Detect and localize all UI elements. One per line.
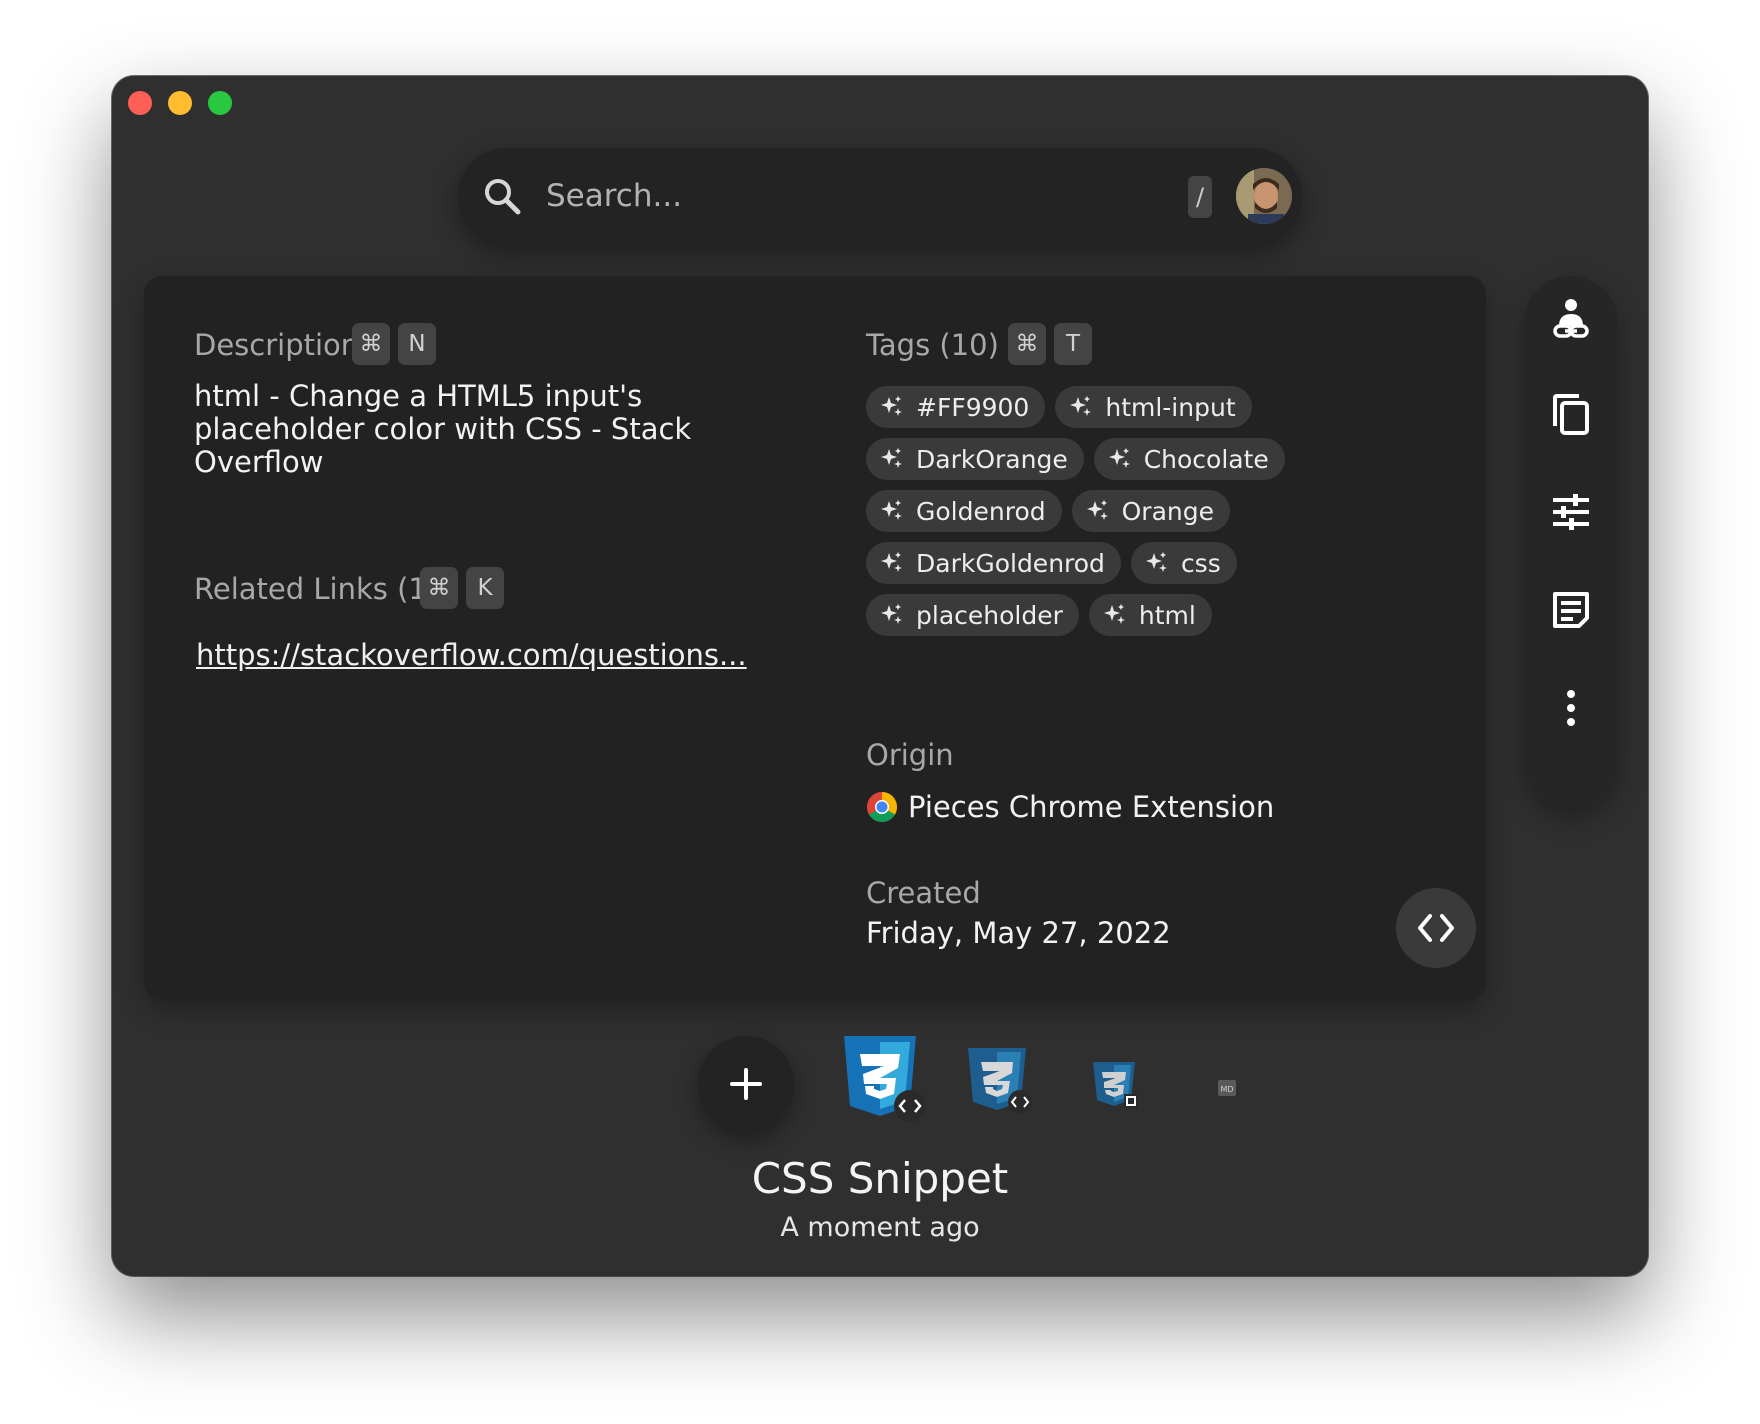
tag-chip[interactable]: Goldenrod — [866, 490, 1062, 532]
related-link[interactable]: https://stackoverflow.com/questions... — [196, 638, 747, 672]
markdown-format-icon[interactable]: MD — [1218, 1080, 1236, 1096]
related-links-label: Related Links (1) — [194, 572, 439, 606]
tag-chip[interactable]: #FF9900 — [866, 386, 1046, 428]
sparkle-icon — [1086, 500, 1108, 520]
avatar-image — [1236, 168, 1292, 224]
tag-label: placeholder — [916, 600, 1063, 630]
sparkle-icon — [1108, 448, 1130, 468]
tag-chip[interactable]: DarkGoldenrod — [866, 542, 1121, 584]
sparkle-icon — [1145, 552, 1167, 572]
tags-kbd-key: T — [1054, 323, 1092, 365]
tag-chip[interactable]: html-input — [1055, 386, 1252, 428]
plus-icon — [730, 1068, 762, 1100]
add-format-button[interactable] — [698, 1036, 794, 1132]
tag-chip[interactable]: Orange — [1071, 490, 1230, 532]
description-kbd-key: N — [398, 323, 436, 365]
tag-label: html-input — [1105, 392, 1236, 422]
sparkle-icon — [1103, 604, 1125, 624]
description-text[interactable]: html - Change a HTML5 input's placeholde… — [194, 380, 714, 479]
minimize-window-button[interactable] — [168, 91, 192, 115]
origin-label: Origin — [866, 738, 954, 772]
tag-label: Orange — [1121, 496, 1214, 526]
snippet-updated-time: A moment ago — [780, 1212, 980, 1243]
sparkle-icon — [881, 396, 902, 416]
tag-label: #FF9900 — [916, 392, 1030, 422]
tag-chip[interactable]: Chocolate — [1093, 438, 1285, 480]
zoom-window-button[interactable] — [208, 91, 232, 115]
css3-screenshot-format-icon[interactable] — [1090, 1060, 1142, 1112]
tag-chip[interactable]: html — [1088, 594, 1212, 636]
snippet-details-card: Description ⌘ N html - Change a HTML5 in… — [144, 276, 1486, 1000]
search-shortcut-key: / — [1188, 176, 1212, 218]
tune-icon[interactable] — [1547, 488, 1595, 536]
tag-label: Chocolate — [1143, 444, 1269, 474]
tag-label: html — [1138, 600, 1196, 630]
sparkle-icon — [881, 604, 902, 624]
markdown-badge-text: MD — [1220, 1085, 1233, 1094]
view-code-button[interactable] — [1396, 888, 1476, 968]
notes-icon[interactable] — [1547, 586, 1595, 634]
action-rail — [1524, 276, 1618, 808]
search-icon — [485, 179, 521, 215]
related-links-kbd-cmd: ⌘ — [420, 567, 458, 609]
tag-label: Goldenrod — [916, 496, 1046, 526]
tag-chip[interactable]: css — [1130, 542, 1237, 584]
origin-value[interactable]: Pieces Chrome Extension — [866, 790, 1274, 824]
origin-text: Pieces Chrome Extension — [908, 790, 1275, 824]
sparkle-icon — [1070, 396, 1092, 416]
tags-kbd-cmd: ⌘ — [1008, 323, 1046, 365]
tag-label: DarkOrange — [916, 444, 1068, 474]
user-avatar[interactable] — [1236, 168, 1292, 224]
sparkle-icon — [881, 500, 902, 520]
close-window-button[interactable] — [128, 91, 152, 115]
share-link-icon[interactable] — [1547, 296, 1595, 344]
tags-label: Tags (10) — [866, 328, 999, 362]
tag-chip[interactable]: placeholder — [866, 594, 1079, 636]
tag-label: DarkGoldenrod — [916, 548, 1105, 578]
sparkle-icon — [881, 552, 902, 572]
description-kbd-cmd: ⌘ — [352, 323, 390, 365]
copy-icon[interactable] — [1547, 390, 1595, 438]
tag-list: #FF9900 html-input DarkOrange Chocolate … — [866, 386, 1306, 646]
tag-chip[interactable]: DarkOrange — [866, 438, 1084, 480]
created-label: Created — [866, 876, 981, 910]
code-brackets-icon — [1418, 914, 1454, 942]
sparkle-icon — [881, 448, 902, 468]
description-label: Description — [194, 328, 360, 362]
search-input[interactable]: Search... — [546, 178, 682, 214]
tag-label: css — [1180, 548, 1221, 578]
snippet-title: CSS Snippet — [751, 1154, 1009, 1203]
chrome-icon — [866, 792, 898, 823]
more-vert-icon[interactable] — [1547, 684, 1595, 732]
related-links-kbd-key: K — [466, 567, 504, 609]
created-date: Friday, May 27, 2022 — [866, 916, 1171, 950]
css3-code-format-icon[interactable] — [964, 1046, 1036, 1118]
search-bar[interactable]: Search... / — [458, 148, 1302, 244]
css3-format-icon[interactable] — [838, 1034, 930, 1124]
app-window: Search... / Description ⌘ N html - Chang… — [112, 76, 1648, 1276]
